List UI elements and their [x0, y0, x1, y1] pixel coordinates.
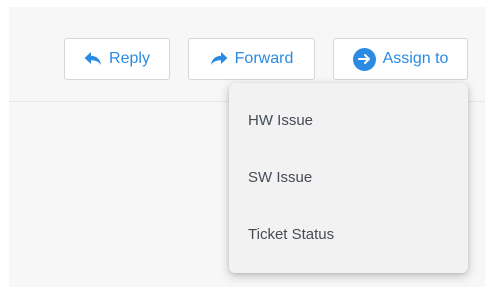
menu-item-sw-issue[interactable]: SW Issue: [248, 169, 312, 187]
menu-item-ticket-status[interactable]: Ticket Status: [248, 226, 334, 244]
reply-label: Reply: [109, 50, 150, 67]
forward-button[interactable]: Forward: [188, 38, 315, 80]
reply-button[interactable]: Reply: [64, 38, 170, 80]
forward-label: Forward: [234, 50, 294, 67]
forward-icon: [210, 51, 228, 67]
arrow-right-circle-icon: [352, 47, 376, 71]
assign-to-label: Assign to: [382, 50, 449, 67]
assign-to-button[interactable]: Assign to: [333, 38, 468, 80]
assign-dropdown-menu: HW Issue SW Issue Ticket Status: [229, 83, 468, 273]
menu-item-hw-issue[interactable]: HW Issue: [248, 112, 313, 130]
reply-icon: [84, 51, 102, 67]
